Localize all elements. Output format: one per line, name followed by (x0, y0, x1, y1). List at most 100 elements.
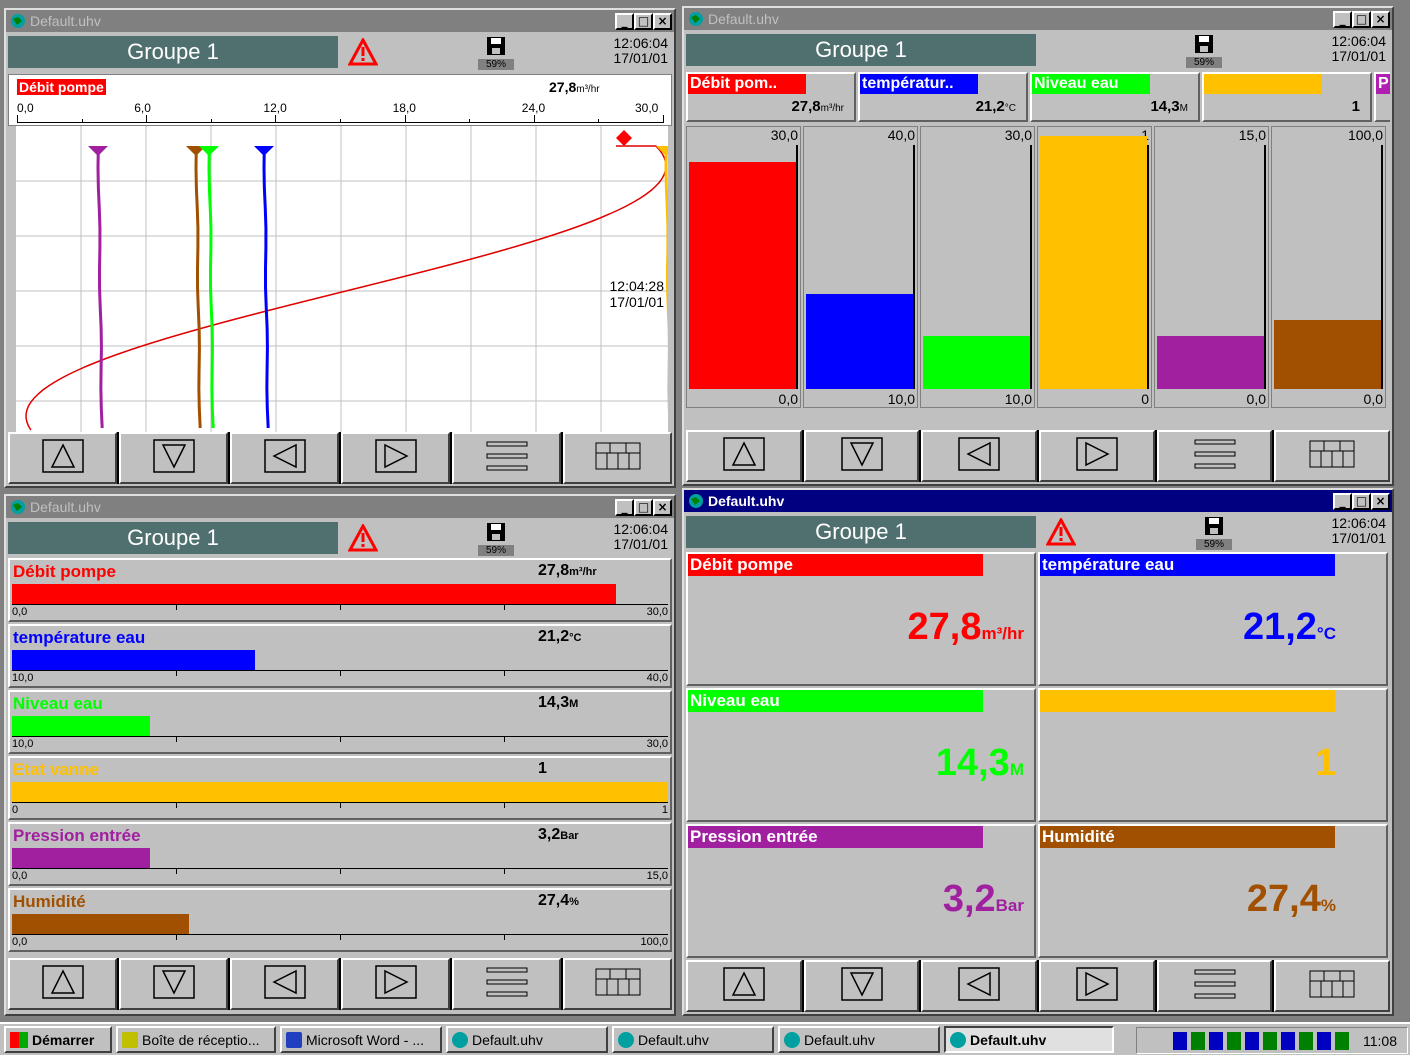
disk-icon: 59% (1196, 516, 1232, 550)
scroll-down-button[interactable] (803, 430, 920, 482)
value-tile[interactable]: Humidité 27,4% (1038, 824, 1388, 958)
alarm-warning-icon[interactable] (348, 524, 378, 552)
bar-fill (806, 294, 913, 389)
taskbar-item[interactable]: Boîte de réceptio... (116, 1026, 276, 1053)
scroll-right-button[interactable] (341, 958, 450, 1010)
channel-row[interactable]: Etat vanne 1 0 1 (8, 756, 672, 820)
channel-header[interactable]: températur.. 21,2°C (858, 72, 1028, 122)
maximize-button[interactable]: □ (634, 13, 653, 30)
taskbar-item[interactable]: Microsoft Word - ... (280, 1026, 442, 1053)
scale-tick (340, 869, 341, 874)
value-tile[interactable]: Débit pompe 27,8m³/hr (686, 552, 1036, 686)
close-button[interactable]: × (1371, 11, 1390, 28)
taskbar-item[interactable]: Default.uhv (612, 1026, 774, 1053)
value-tiles: Débit pompe 27,8m³/hr température eau 21,2°… (686, 552, 1390, 958)
menu-button[interactable] (1156, 960, 1273, 1012)
channel-row[interactable]: Humidité 27,4% 0,0 100,0 (8, 888, 672, 952)
layout-button[interactable] (1274, 430, 1391, 482)
scale-tick (504, 737, 505, 742)
scroll-left-button[interactable] (230, 958, 339, 1010)
scale-tick (340, 737, 341, 742)
tile-unit: Bar (995, 896, 1024, 915)
scale-tick (504, 803, 505, 808)
start-button[interactable]: Démarrer (4, 1026, 112, 1053)
channel-header[interactable]: P (1374, 72, 1390, 122)
scroll-up-button[interactable] (686, 960, 802, 1012)
value-tile[interactable]: Niveau eau 14,3M (686, 688, 1036, 822)
close-button[interactable]: × (1371, 493, 1390, 510)
start-label: Démarrer (32, 1031, 95, 1048)
menu-button[interactable] (452, 432, 561, 484)
scroll-left-button[interactable] (230, 432, 339, 484)
bar-track (12, 782, 668, 802)
close-button[interactable]: × (653, 13, 672, 30)
grid-icon (595, 965, 641, 1004)
scale-min: 0 (12, 804, 19, 816)
globe-icon (950, 1031, 966, 1048)
scroll-right-button[interactable] (1039, 430, 1155, 482)
bar-column[interactable]: 40,0 10,0 (803, 126, 918, 408)
minimize-button[interactable]: _ (1333, 11, 1352, 28)
title-bar[interactable]: Default.uhv _ □ × (684, 8, 1392, 30)
alarm-warning-icon[interactable] (1046, 518, 1076, 546)
layout-button[interactable] (563, 958, 672, 1010)
channel-header[interactable]: Niveau eau 14,3M (1030, 72, 1200, 122)
channel-row[interactable]: Niveau eau 14,3M 10,0 30,0 (8, 690, 672, 754)
scroll-down-button[interactable] (119, 432, 228, 484)
taskbar-item[interactable]: Default.uhv (778, 1026, 940, 1053)
title-bar[interactable]: Default.uhv _ □ × (6, 496, 674, 518)
grid-icon (1309, 437, 1355, 476)
scroll-up-button[interactable] (686, 430, 802, 482)
globe-icon (618, 1031, 634, 1048)
trend-plot[interactable]: 12:04:2817/01/01 (16, 126, 668, 432)
bar-max-label: 40,0 (887, 127, 915, 143)
channel-header[interactable]: Etat vanne 1 (1202, 72, 1372, 122)
scroll-up-button[interactable] (8, 958, 117, 1010)
triangle-up-icon (723, 966, 765, 1006)
scroll-down-button[interactable] (803, 960, 920, 1012)
taskbar-item[interactable]: Default.uhv (944, 1026, 1114, 1053)
bar-column[interactable]: 10 (1037, 126, 1152, 408)
maximize-button[interactable]: □ (1352, 11, 1371, 28)
title-bar[interactable]: Default.uhv _ □ × (6, 10, 674, 32)
close-button[interactable]: × (653, 499, 672, 516)
channel-value-number: 1 (538, 760, 547, 777)
series-trace (96, 146, 104, 429)
maximize-button[interactable]: □ (634, 499, 653, 516)
minimize-button[interactable]: _ (615, 499, 634, 516)
scroll-left-button[interactable] (921, 960, 1038, 1012)
bar-min-label: 0,0 (778, 391, 798, 407)
scroll-left-button[interactable] (921, 430, 1038, 482)
tile-name: Débit pompe (688, 554, 983, 576)
scale-tick (504, 605, 505, 610)
minimize-button[interactable]: _ (615, 13, 634, 30)
alarm-warning-icon[interactable] (348, 38, 378, 66)
bar-column[interactable]: 30,0 0,0 (686, 126, 801, 408)
layout-button[interactable] (1274, 960, 1391, 1012)
channel-row[interactable]: Débit pompe 27,8m³/hr 0,0 30,0 (8, 558, 672, 622)
channel-row[interactable]: Pression entrée 3,2Bar 0,0 15,0 (8, 822, 672, 886)
layout-button[interactable] (563, 432, 672, 484)
minimize-button[interactable]: _ (1333, 493, 1352, 510)
taskbar-item-label: Default.uhv (638, 1031, 709, 1048)
menu-button[interactable] (452, 958, 561, 1010)
bar-column[interactable]: 30,0 10,0 (920, 126, 1035, 408)
bar-column[interactable]: 100,0 0,0 (1271, 126, 1386, 408)
scroll-right-button[interactable] (341, 432, 450, 484)
series-trace (262, 146, 270, 429)
menu-button[interactable] (1156, 430, 1273, 482)
scroll-right-button[interactable] (1039, 960, 1155, 1012)
maximize-button[interactable]: □ (1352, 493, 1371, 510)
channel-header[interactable]: Débit pom.. 27,8m³/hr (686, 72, 856, 122)
channel-unit: Bar (560, 830, 579, 842)
scroll-up-button[interactable] (8, 432, 117, 484)
value-tile[interactable]: température eau 21,2°C (1038, 552, 1388, 686)
scroll-down-button[interactable] (119, 958, 228, 1010)
bar-column[interactable]: 15,0 0,0 (1154, 126, 1269, 408)
channel-row[interactable]: température eau 21,2°C 10,0 40,0 (8, 624, 672, 688)
value-tile[interactable]: Etat vanne 1 (1038, 688, 1388, 822)
value-tile[interactable]: Pression entrée 3,2Bar (686, 824, 1036, 958)
taskbar-item[interactable]: Default.uhv (446, 1026, 608, 1053)
channel-value-number: 27,8 (791, 98, 821, 115)
title-bar[interactable]: Default.uhv _ □ × (684, 490, 1392, 512)
